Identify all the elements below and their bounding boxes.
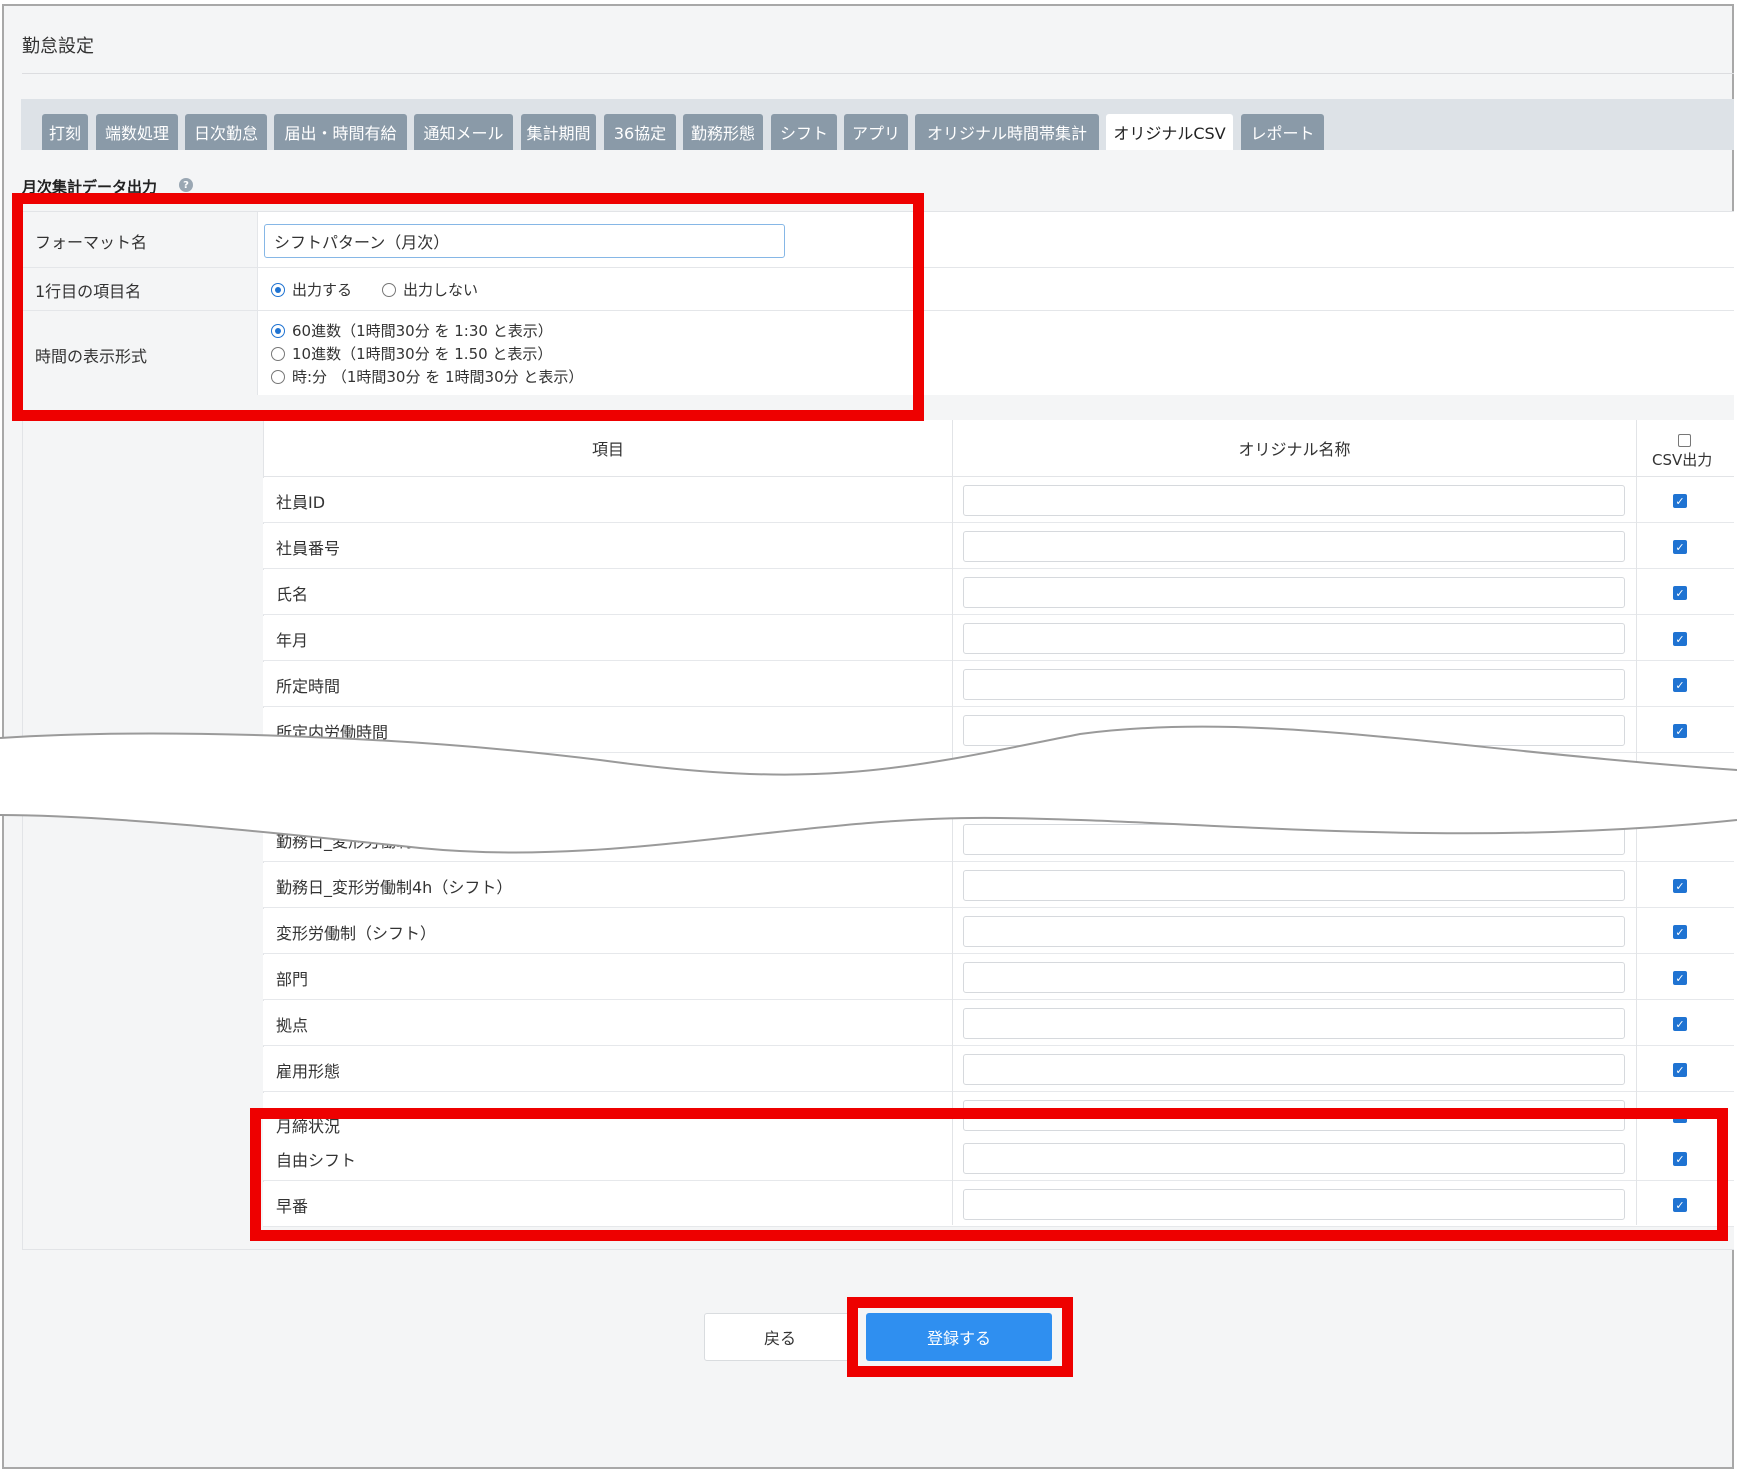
table-row: 所定時間 ✓: [263, 662, 1734, 707]
row-label: 氏名: [276, 584, 309, 604]
csv-output-checkbox[interactable]: ✓: [1673, 586, 1687, 600]
original-name-input[interactable]: [963, 870, 1625, 901]
csv-output-checkbox[interactable]: ✓: [1673, 925, 1687, 939]
tab-original-csv[interactable]: オリジナルCSV: [1106, 114, 1233, 150]
csv-output-checkbox[interactable]: ✓: [1673, 1017, 1687, 1031]
row-label: 社員ID: [276, 492, 326, 512]
question-circle-icon[interactable]: ?: [179, 178, 193, 192]
tab-report[interactable]: レポート: [1241, 114, 1324, 150]
row-label: 社員番号: [276, 538, 341, 558]
header-original-name: オリジナル名称: [953, 420, 1636, 477]
row-label: 部門: [276, 969, 309, 989]
tab-daily[interactable]: 日次勤怠: [185, 114, 267, 150]
page-title: 勤怠設定: [22, 36, 94, 57]
original-name-input[interactable]: [963, 1008, 1625, 1039]
original-name-input[interactable]: [963, 1054, 1625, 1085]
tab-dakoku[interactable]: 打刻: [42, 114, 88, 150]
csv-output-checkbox[interactable]: ✓: [1673, 678, 1687, 692]
highlight-save: [847, 1297, 1073, 1377]
tab-requests[interactable]: 届出・時間有給: [274, 114, 407, 150]
select-all-checkbox[interactable]: [1678, 434, 1691, 447]
row-label: 所定時間: [276, 676, 341, 696]
table-row: 氏名 ✓: [263, 570, 1734, 615]
table-row: 社員ID ✓: [263, 478, 1734, 523]
original-name-input[interactable]: [963, 623, 1625, 654]
original-name-input[interactable]: [963, 962, 1625, 993]
header-csv-output: CSV出力: [1652, 451, 1713, 469]
tab-app[interactable]: アプリ: [844, 114, 908, 150]
table-row: 雇用形態 ✓: [263, 1047, 1734, 1092]
csv-output-checkbox[interactable]: ✓: [1673, 632, 1687, 646]
row-label: 年月: [276, 630, 309, 650]
tab-work-style[interactable]: 勤務形態: [683, 114, 763, 150]
csv-output-checkbox[interactable]: ✓: [1673, 540, 1687, 554]
tab-shift[interactable]: シフト: [771, 114, 837, 150]
tab-notify-mail[interactable]: 通知メール: [414, 114, 513, 150]
csv-output-checkbox[interactable]: ✓: [1673, 879, 1687, 893]
row-label: 変形労働制（シフト）: [276, 923, 437, 943]
table-row: 部門 ✓: [263, 955, 1734, 1000]
back-button[interactable]: 戻る: [704, 1313, 856, 1361]
csv-output-checkbox[interactable]: ✓: [1673, 1063, 1687, 1077]
tab-original-time[interactable]: オリジナル時間帯集計: [915, 114, 1099, 150]
table-row: 変形労働制（シフト） ✓: [263, 909, 1734, 954]
original-name-input[interactable]: [963, 531, 1625, 562]
csv-output-checkbox[interactable]: ✓: [1673, 971, 1687, 985]
row-label: 雇用形態: [276, 1061, 341, 1081]
highlight-rows: [250, 1108, 1728, 1241]
csv-output-checkbox[interactable]: ✓: [1673, 494, 1687, 508]
table-row: 拠点 ✓: [263, 1001, 1734, 1046]
highlight-settings: [12, 193, 924, 421]
header-item: 項目: [264, 420, 952, 477]
table-row: 社員番号 ✓: [263, 524, 1734, 569]
table-row: 年月 ✓: [263, 616, 1734, 661]
title-divider: [22, 73, 1734, 74]
tab-36[interactable]: 36協定: [604, 114, 676, 150]
original-name-input[interactable]: [963, 485, 1625, 516]
tab-period[interactable]: 集計期間: [521, 114, 596, 150]
original-name-input[interactable]: [963, 669, 1625, 700]
page-break-tear: [0, 725, 1737, 854]
row-label: 拠点: [276, 1015, 309, 1035]
tab-rounding[interactable]: 端数処理: [96, 114, 178, 150]
original-name-input[interactable]: [963, 916, 1625, 947]
original-name-input[interactable]: [963, 577, 1625, 608]
